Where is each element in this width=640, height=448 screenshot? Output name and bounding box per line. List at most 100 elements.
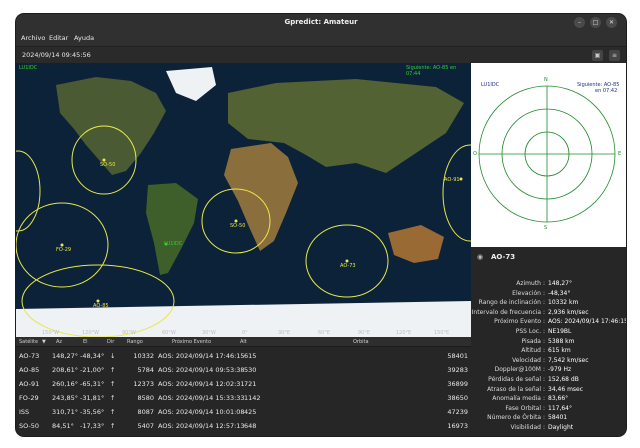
lon-tick: 30°E	[278, 330, 291, 336]
module-options-icon[interactable]: ▣	[592, 50, 603, 61]
row-evento: AOS: 2024/09/14 10:01:08	[158, 408, 245, 416]
detail-value: 83,66°	[548, 395, 569, 403]
row-dir: ↑	[110, 366, 116, 374]
row-rango: 5784	[137, 366, 154, 374]
table-row[interactable]: FO-29 243,85° -31,81° ↑ 8580 AOS: 2024/09/14 …	[16, 391, 471, 403]
col-evento[interactable]: Próximo Evento	[172, 339, 211, 345]
sat-label-so-50[interactable]: SO-50	[230, 223, 245, 229]
lon-tick: 150°E	[434, 330, 450, 336]
row-satellite: ISS	[19, 408, 30, 416]
detail-separator: :	[543, 299, 546, 307]
detail-key: Rango de inclinación	[478, 299, 541, 307]
detail-key: Doppler@100M	[494, 366, 541, 374]
detail-key: Elevación	[512, 289, 541, 297]
row-el: -65,31°	[80, 380, 105, 388]
close-button[interactable]: ✕	[606, 17, 617, 28]
lon-tick: 120°W	[82, 330, 99, 336]
detail-value: 2,936 km/sec	[548, 308, 589, 316]
detail-separator: :	[543, 347, 546, 355]
row-orbita: 47239	[447, 408, 468, 416]
polar-west: O	[473, 151, 477, 157]
row-orbita: 58401	[447, 352, 468, 360]
sat-label-ao-73[interactable]: AO-73	[340, 263, 356, 269]
sat-label-fo-29[interactable]: FO-29	[56, 247, 71, 253]
col-az[interactable]: Az	[56, 339, 62, 345]
col-dir[interactable]: Dir	[107, 339, 114, 345]
world-map[interactable]: LU1IDC Siguiente: AO-85 en 07:44 LU1IDC …	[16, 63, 471, 337]
detail-row: Visibilidad: Daylight	[471, 424, 626, 433]
row-az: 260,16°	[52, 380, 78, 388]
detail-key: Atraso de la señal	[487, 385, 541, 393]
detail-separator: :	[543, 404, 546, 412]
polar-south: S	[544, 225, 548, 231]
row-orbita: 38650	[447, 394, 468, 402]
sort-down-icon[interactable]: ▼	[42, 339, 46, 345]
polar-north: N	[544, 77, 548, 83]
detail-separator: :	[543, 328, 546, 335]
detail-key: Fase Orbital	[505, 404, 541, 412]
row-alt: 1142	[244, 394, 261, 402]
maximize-button[interactable]: □	[590, 17, 601, 28]
table-row[interactable]: AO-85 208,61° -21,00° ↑ 5784 AOS: 2024/09/14 …	[16, 363, 471, 375]
detail-row: Altitud:615 km	[471, 347, 626, 356]
satellite-details: ◉ AO-73 Azimuth:148,27° Elevación: -48,34°…	[471, 247, 626, 436]
detail-key: Altitud	[521, 347, 541, 355]
polar-qth-label: LU1IDC	[481, 82, 500, 88]
detail-key: Azimuth	[516, 280, 541, 287]
list-header: Satélite ▼ Az El Dir Rango Próximo Event…	[16, 337, 471, 347]
sat-label-so-50-alt[interactable]: SO-50	[100, 162, 115, 168]
detail-key: PSS Loc.	[515, 328, 541, 335]
detail-value: 10332 km	[548, 299, 579, 307]
row-alt: 721	[244, 380, 257, 388]
current-time: 2024/09/14 09:45:56	[22, 51, 91, 59]
col-orbita[interactable]: Orbita	[353, 339, 369, 345]
module-menu-icon[interactable]: ≡	[609, 50, 620, 61]
menu-archivo[interactable]: Archivo	[21, 34, 45, 42]
detail-separator: :	[543, 318, 546, 326]
row-el: -21,00°	[80, 366, 105, 374]
row-rango: 10332	[133, 352, 154, 360]
detail-separator: :	[543, 424, 546, 431]
table-row[interactable]: AO-73 148,27° -48,34° ↓ 10332 AOS: 2024/09/14…	[16, 349, 471, 361]
detail-value: 5388 km	[548, 337, 575, 345]
menu-ayuda[interactable]: Ayuda	[74, 34, 94, 42]
detail-row: PSS Loc.: NE19BL	[471, 328, 626, 337]
polar-next-line2: en 07:42	[595, 88, 618, 94]
satellite-icon: ◉	[477, 253, 484, 261]
row-alt: 530	[244, 366, 257, 374]
col-el[interactable]: El	[83, 339, 88, 345]
row-satellite: AO-73	[19, 352, 40, 360]
time-bar: 2024/09/14 09:45:56 ▣ ≡	[16, 46, 626, 63]
row-az: 148,27°	[52, 352, 78, 360]
row-alt: 648	[244, 422, 257, 430]
detail-key: Pérdidas de señal	[488, 376, 541, 383]
detail-value: -48,34°	[548, 289, 571, 297]
detail-key: Número de Órbita	[487, 414, 541, 422]
details-satellite-name: AO-73	[491, 253, 516, 261]
detail-separator: :	[543, 280, 546, 287]
menu-bar: Archivo Editar Ayuda	[16, 31, 626, 46]
col-rango[interactable]: Rango	[127, 339, 143, 345]
table-row[interactable]: ISS 310,71° -35,56° ↑ 8087 AOS: 2024/09/14 10…	[16, 405, 471, 417]
detail-row: Pérdidas de señal:152,68 dB	[471, 376, 626, 385]
col-satellite[interactable]: Satélite	[19, 339, 38, 345]
row-rango: 8580	[137, 394, 154, 402]
table-row[interactable]: AO-91 260,16° -65,31° ↑ 12373 AOS: 2024/09/14…	[16, 377, 471, 389]
detail-value: 117,64°	[548, 404, 572, 412]
row-satellite: AO-91	[19, 380, 40, 388]
lon-tick: 90°E	[358, 330, 371, 336]
detail-value: NE19BL	[548, 328, 572, 335]
sat-marker[interactable]	[459, 177, 463, 181]
sat-label-ao-85[interactable]: AO-85	[93, 303, 109, 309]
minimize-button[interactable]: –	[574, 17, 585, 28]
menu-editar[interactable]: Editar	[49, 34, 68, 42]
table-row[interactable]: SO-50 84,51° -17,33° ↑ 5407 AOS: 2024/09/14 1…	[16, 419, 471, 431]
detail-value: AOS: 2024/09/14 17:46:15	[548, 318, 626, 326]
detail-row: Fase Orbital:117,64°	[471, 405, 626, 414]
polar-east: E	[618, 151, 622, 157]
sat-label-ao-91[interactable]: AO-91	[444, 177, 460, 183]
row-alt: 615	[244, 352, 257, 360]
row-el: -35,56°	[80, 408, 105, 416]
col-alt[interactable]: Alt	[240, 339, 247, 345]
polar-view[interactable]: LU1IDC Siguiente: AO-85 en 07:42 N S E O	[471, 63, 626, 247]
